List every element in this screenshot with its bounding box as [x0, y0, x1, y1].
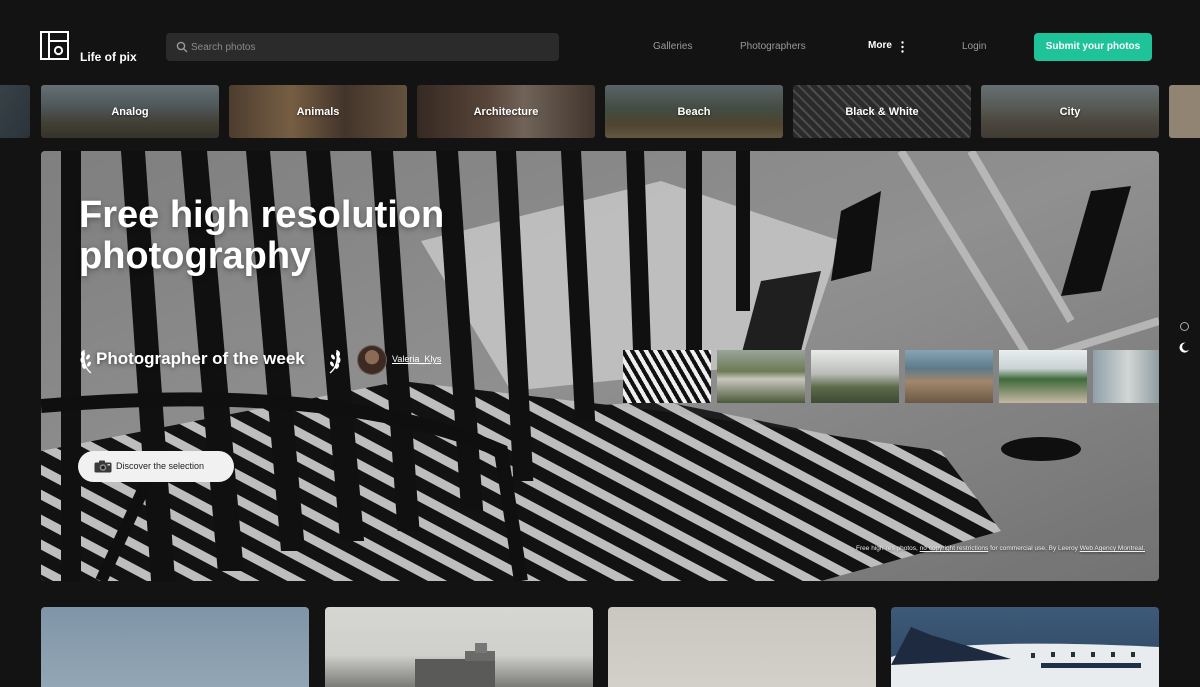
photo-card[interactable]: [891, 607, 1159, 687]
search-icon: [176, 41, 188, 53]
category-tile-analog[interactable]: Analog: [41, 85, 219, 138]
moon-icon[interactable]: [1179, 342, 1190, 353]
light-mode-toggle[interactable]: [1180, 322, 1189, 331]
airplane-image: [891, 627, 1159, 687]
hero-credit: Free high-res photos, no copyright restr…: [791, 545, 1145, 552]
nav-more[interactable]: More: [868, 40, 892, 51]
category-tile-partial-left[interactable]: [0, 85, 30, 138]
logo-link[interactable]: Life of pix: [40, 31, 140, 65]
photo-card[interactable]: [41, 607, 309, 687]
photographer-avatar[interactable]: [357, 345, 387, 375]
potw-thumbnail[interactable]: [1093, 350, 1159, 403]
photographer-name-link[interactable]: Valeria_Klys: [392, 354, 441, 364]
logo-icon: [40, 31, 69, 60]
site-header: Life of pix Galleries Photographers More…: [0, 0, 1200, 85]
laurel-icon: [329, 349, 341, 374]
brand-name: Life of pix: [80, 50, 137, 64]
category-tile-partial-right[interactable]: [1169, 85, 1200, 138]
potw-thumbnail[interactable]: [905, 350, 993, 403]
category-label: Architecture: [473, 105, 539, 118]
no-copyright-link[interactable]: no copyright restrictions: [920, 545, 989, 552]
category-label: Animals: [296, 105, 340, 118]
category-tile-architecture[interactable]: Architecture: [417, 85, 595, 138]
category-tile-animals[interactable]: Animals: [229, 85, 407, 138]
category-tile-beach[interactable]: Beach: [605, 85, 783, 138]
laurel-icon: [80, 349, 92, 374]
building-silhouette: [415, 643, 495, 687]
potw-thumbnail-strip: [623, 350, 1159, 403]
photo-card[interactable]: [608, 607, 876, 687]
more-vertical-icon[interactable]: [901, 41, 904, 53]
category-tile-city[interactable]: City: [981, 85, 1159, 138]
potw-thumbnail[interactable]: [999, 350, 1087, 403]
potw-thumbnail[interactable]: [717, 350, 805, 403]
potw-thumbnail[interactable]: [811, 350, 899, 403]
category-label: City: [1059, 105, 1081, 118]
credit-middle: for commercial use. By Leeroy: [990, 545, 1078, 552]
category-label: Beach: [677, 105, 711, 118]
search-input[interactable]: [191, 33, 551, 61]
nav-galleries[interactable]: Galleries: [653, 41, 692, 52]
potw-thumbnail[interactable]: [623, 350, 711, 403]
category-label: Analog: [111, 105, 149, 118]
category-label: Black & White: [845, 105, 919, 118]
search-bar[interactable]: [166, 33, 559, 61]
photographer-of-the-week: Photographer of the week Valeria_Klys: [79, 345, 539, 375]
hero-title: Free high resolution photography: [79, 194, 445, 277]
camera-icon: [94, 460, 112, 473]
web-agency-link[interactable]: Web Agency Montreal.: [1080, 545, 1145, 552]
nav-photographers[interactable]: Photographers: [740, 41, 806, 52]
credit-prefix: Free high-res photos,: [856, 545, 918, 552]
submit-photos-button[interactable]: Submit your photos: [1034, 33, 1152, 61]
discover-label: Discover the selection: [116, 461, 205, 471]
hero-banner: Free high resolution photography Photogr…: [41, 151, 1159, 581]
potw-label: Photographer of the week: [96, 349, 305, 368]
category-strip[interactable]: Analog Animals Architecture Beach Black …: [0, 85, 1200, 138]
photo-card[interactable]: [325, 607, 593, 687]
nav-login[interactable]: Login: [962, 41, 986, 52]
category-tile-black-white[interactable]: Black & White: [793, 85, 971, 138]
discover-selection-button[interactable]: Discover the selection: [78, 451, 234, 482]
